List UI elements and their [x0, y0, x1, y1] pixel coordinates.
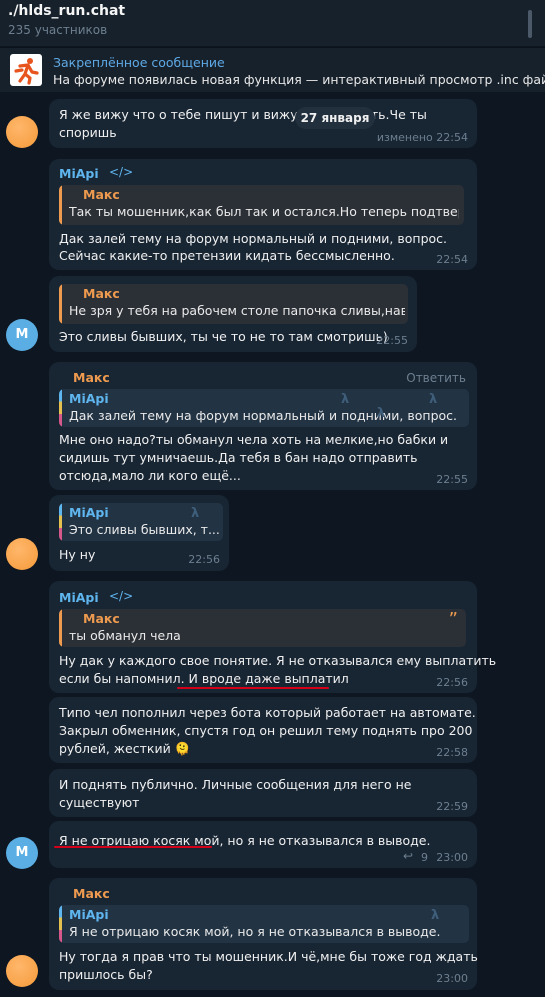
lambda-pattern-icon: λ: [429, 392, 438, 407]
message-text-line: существуют: [59, 795, 140, 810]
reply-quote[interactable]: Макс Так ты мошенник,как был так и остал…: [59, 185, 464, 225]
sender-name[interactable]: MiApi: [59, 590, 99, 605]
quote-text: Не зря у тебя на рабочем столе папочка с…: [69, 303, 405, 318]
quote-text: Дак залей тему на форум нормальный и под…: [69, 408, 457, 423]
message-time: 23:00: [436, 851, 468, 864]
reply-count-icon[interactable]: ↩: [403, 849, 413, 863]
avatar[interactable]: M: [6, 319, 38, 351]
reply-quote[interactable]: MiApi Дак залей тему на форум нормальный…: [59, 389, 469, 427]
message-text-line: Ну ну: [59, 547, 96, 562]
message-text-line: пришлось бы?: [59, 967, 153, 982]
lambda-pattern-icon: λ: [191, 506, 200, 521]
pinned-message-bar[interactable]: Закреплённое сообщение На форуме появила…: [0, 47, 545, 92]
message-bubble[interactable]: MiApi </> Макс ты обманул чела ” Ну дак …: [49, 581, 496, 693]
chat-header[interactable]: ./hlds_run.chat 235 участников: [0, 0, 545, 46]
member-count: 235 участников: [8, 23, 108, 37]
message-bubble[interactable]: Макс Ответить MiApi Дак залей тему на фо…: [49, 362, 477, 490]
chat-title[interactable]: ./hlds_run.chat: [8, 3, 125, 19]
message-time: 22:54: [436, 253, 468, 266]
quote-text: ты обманул чела: [69, 628, 181, 643]
sender-name[interactable]: Макс: [73, 370, 110, 385]
message-time: 22:59: [436, 800, 468, 813]
lambda-pattern-icon: λ: [431, 908, 440, 923]
message-time: 22:56: [188, 553, 220, 566]
avatar[interactable]: M: [6, 837, 38, 869]
message-text-line: Типо чел пополнил через бота который раб…: [59, 705, 476, 720]
reply-quote[interactable]: MiApi Я не отрицаю косяк мой, но я не от…: [59, 905, 469, 943]
message-time: 23:00: [436, 972, 468, 985]
date-divider: 27 января: [295, 107, 375, 129]
message-time: 22:55: [376, 334, 408, 347]
quote-author: Макс: [83, 286, 120, 301]
avatar[interactable]: [6, 116, 38, 148]
message-bubble[interactable]: MiApi </> Макс Так ты мошенник,как был т…: [49, 159, 477, 270]
red-underline-annotation: [177, 687, 329, 689]
quote-author: Макс: [83, 187, 120, 202]
code-icon: </>: [109, 589, 134, 603]
red-underline-annotation: [54, 846, 212, 848]
pinned-title: Закреплённое сообщение: [53, 55, 225, 70]
quote-author: MiApi: [69, 505, 109, 520]
reply-count[interactable]: 9: [421, 851, 428, 864]
message-text-line: Закрыл обменник, спустя год он решил тем…: [59, 723, 473, 738]
reply-quote[interactable]: Макс ты обманул чела ”: [59, 609, 466, 647]
message-text-line: Мне оно надо?ты обманул чела хоть на мел…: [59, 432, 449, 447]
message-text-line: отсюда,мало ли кого ещё...: [59, 468, 241, 483]
quote-text: Это сливы бывших, т...: [69, 522, 220, 537]
quote-author: MiApi: [69, 907, 109, 922]
reply-button[interactable]: Ответить: [406, 371, 466, 385]
message-time: изменено 22:54: [376, 131, 468, 144]
avatar[interactable]: [6, 955, 38, 987]
message-text-line: Сейчас какие-то претензии кидать бессмыс…: [59, 248, 395, 263]
pinned-text: На форуме появилась новая функция — инте…: [53, 72, 545, 87]
pinned-thumbnail-icon: [10, 54, 42, 86]
message-text-line: сидишь тут умничаешь.Да тебя в бан надо …: [59, 450, 418, 465]
message-bubble[interactable]: И поднять публично. Личные сообщения для…: [49, 769, 477, 817]
message-time: 22:58: [436, 746, 468, 759]
avatar[interactable]: [6, 538, 38, 570]
message-text-line: Ну дак у каждого свое понятие. Я не отка…: [59, 653, 497, 668]
message-text-line: рублей, жесткий 🫠: [59, 741, 191, 756]
message-bubble[interactable]: Макс Не зря у тебя на рабочем столе папо…: [49, 276, 417, 352]
quote-mark-icon: ”: [448, 609, 458, 630]
message-bubble[interactable]: Я же вижу что о тебе пишут и вижу что ты…: [49, 99, 477, 148]
code-icon: </>: [109, 165, 134, 179]
lambda-pattern-icon: λ: [341, 392, 350, 407]
quote-text: Так ты мошенник,как был так и остался.Но…: [69, 204, 459, 219]
sender-name[interactable]: MiApi: [59, 166, 99, 181]
message-text-line: Ну тогда я прав что ты мошенник.И чё,мне…: [59, 949, 478, 964]
lambda-pattern-icon: λ: [377, 406, 386, 421]
quote-author: Макс: [83, 611, 120, 626]
quote-author: MiApi: [69, 391, 109, 406]
message-time: 22:56: [436, 676, 468, 689]
message-text-line: И поднять публично. Личные сообщения для…: [59, 777, 412, 792]
message-text-line: Это сливы бывших, ты че то не то там смо…: [59, 329, 388, 344]
message-bubble[interactable]: Макс MiApi Я не отрицаю косяк мой, но я …: [49, 878, 478, 990]
reply-quote[interactable]: Макс Не зря у тебя на рабочем столе папо…: [59, 284, 408, 324]
message-text-line: споришь: [59, 125, 117, 140]
scrollbar[interactable]: [528, 10, 532, 38]
reply-quote[interactable]: MiApi Это сливы бывших, т... λ: [59, 503, 223, 541]
message-text-line: если бы напомнил. И вроде даже выплатил: [59, 671, 349, 686]
message-bubble[interactable]: Я не отрицаю косяк мой, но я не отказыва…: [49, 821, 477, 868]
message-bubble[interactable]: MiApi Это сливы бывших, т... λ Ну ну 22:…: [49, 495, 229, 571]
message-bubble[interactable]: Типо чел пополнил через бота который раб…: [49, 697, 477, 763]
sender-name[interactable]: Макс: [73, 886, 110, 901]
quote-text: Я не отрицаю косяк мой, но я не отказыва…: [69, 924, 441, 939]
message-time: 22:55: [436, 473, 468, 486]
